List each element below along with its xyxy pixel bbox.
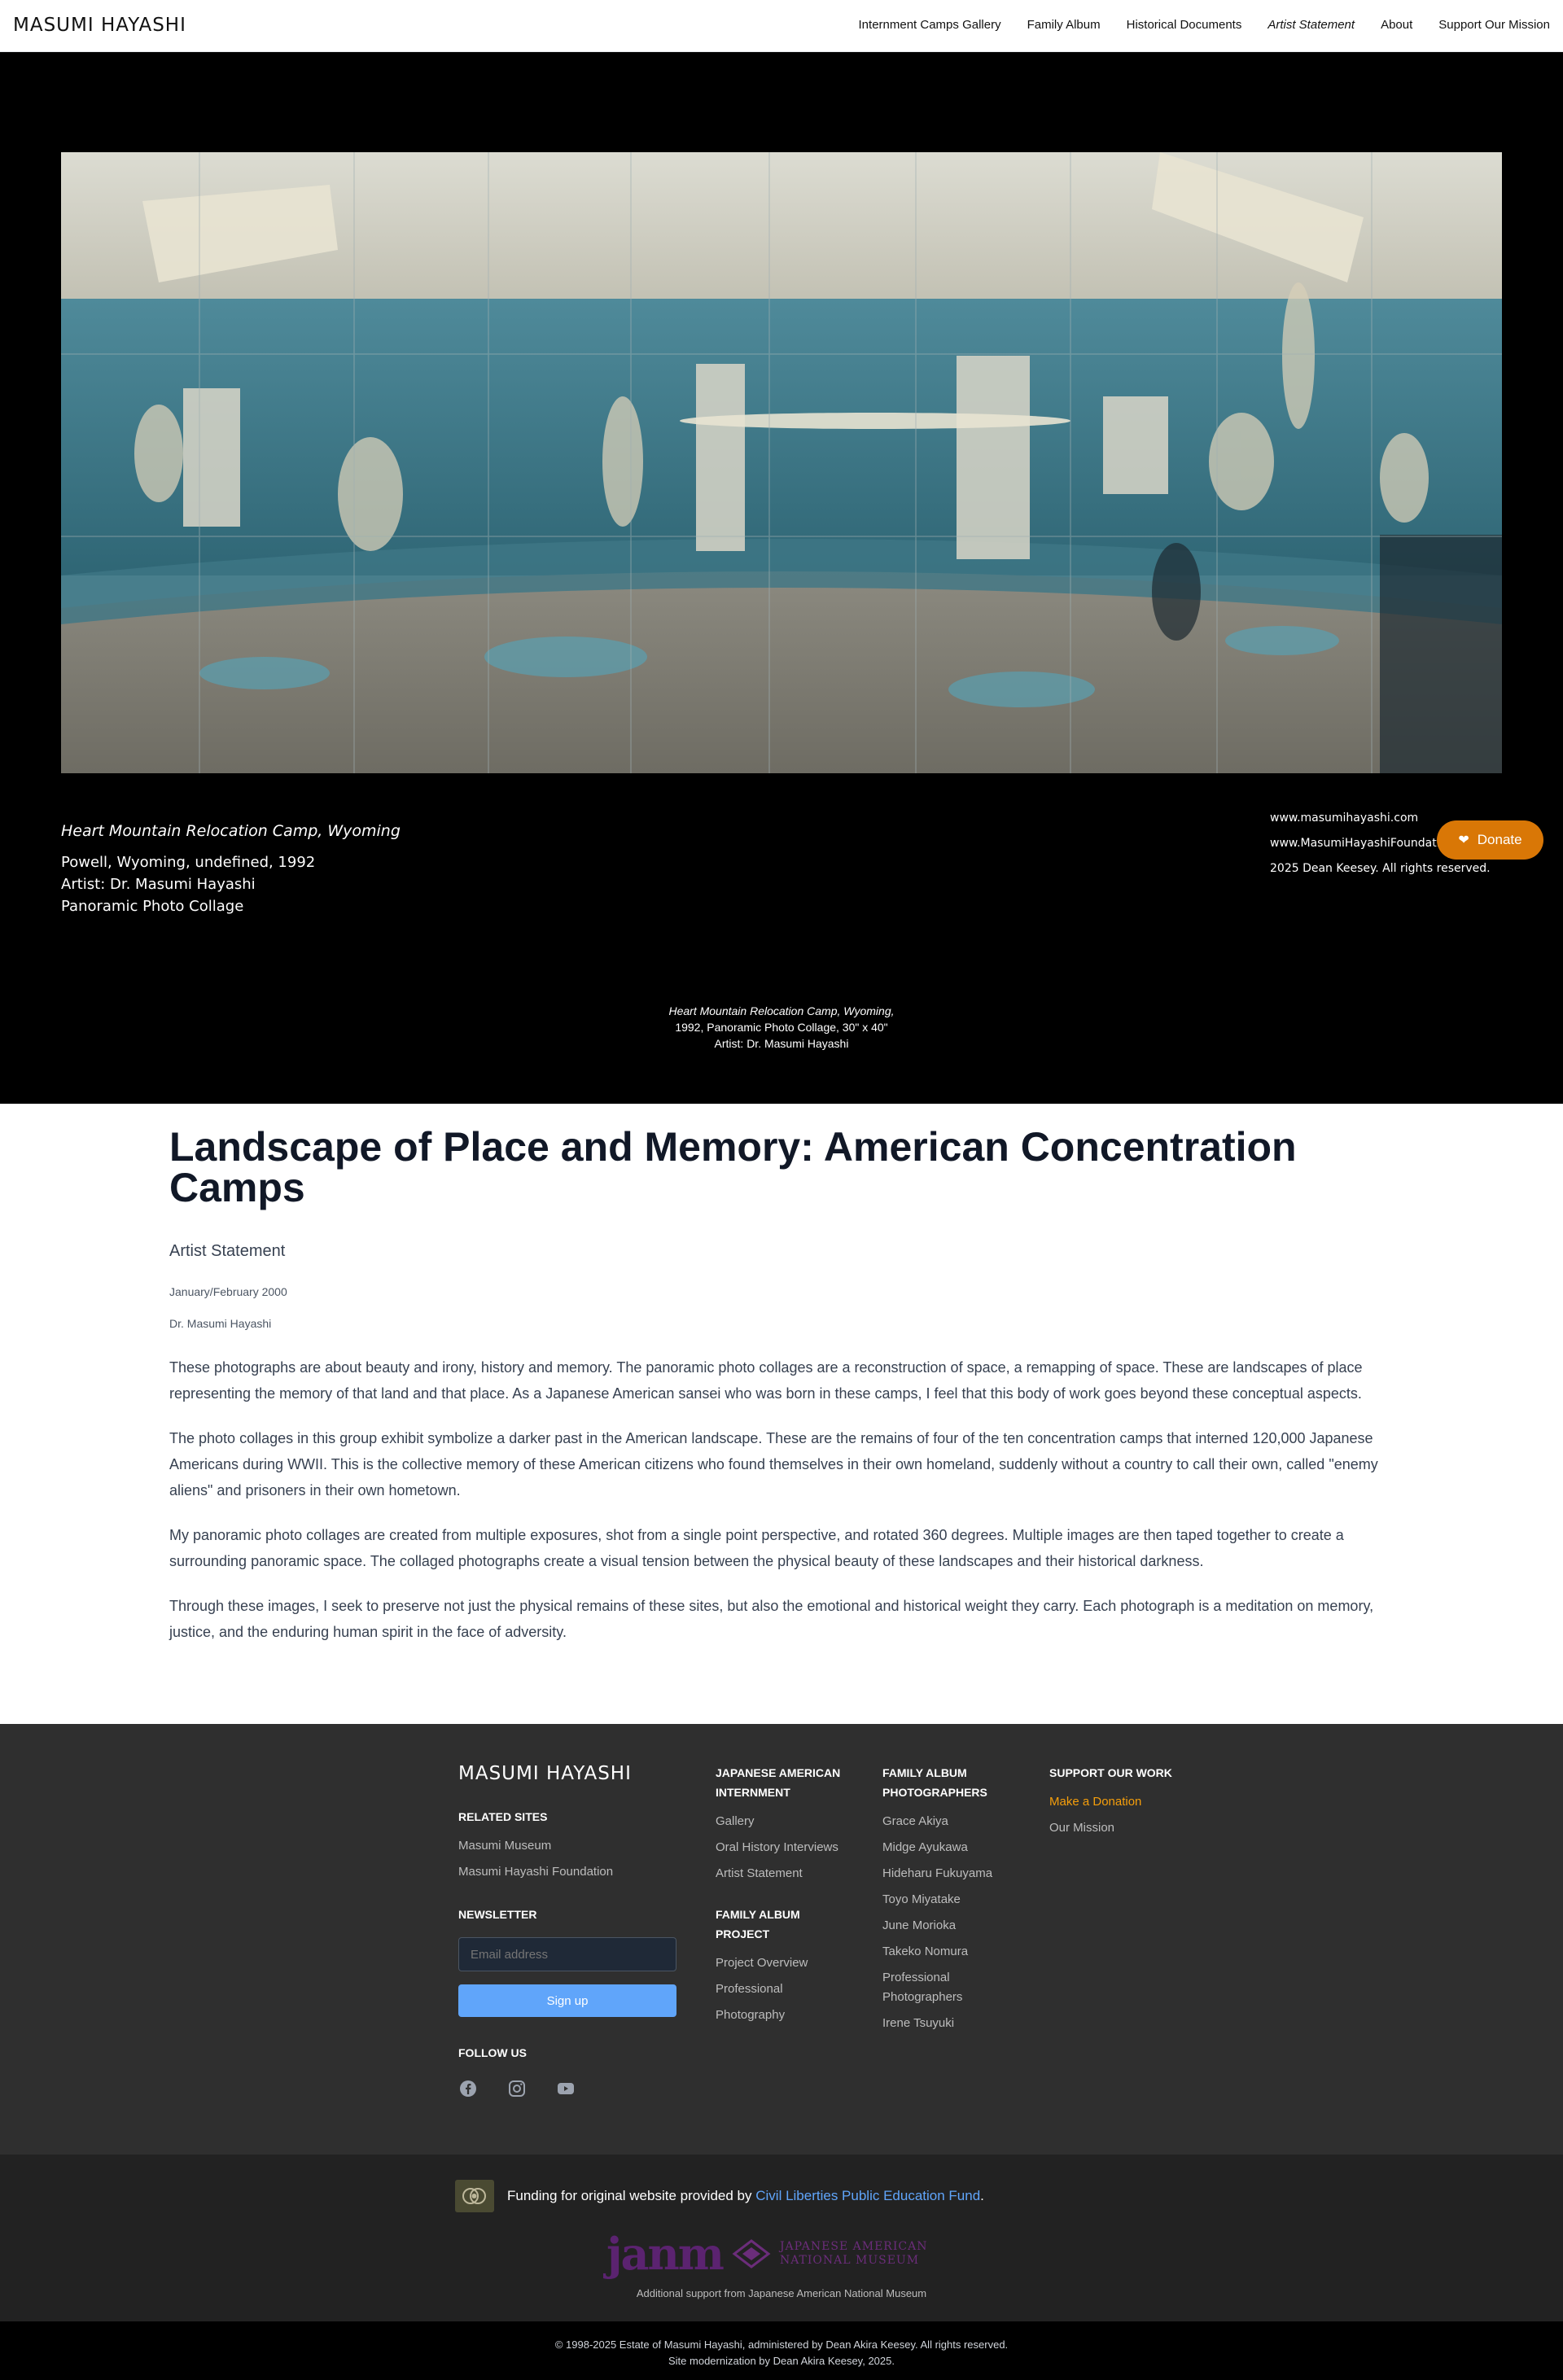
hero-medium: Panoramic Photo Collage bbox=[61, 898, 244, 915]
nav-internment-camps-gallery[interactable]: Internment Camps Gallery bbox=[859, 18, 1001, 32]
footer-col-support: SUPPORT OUR WORK Make a Donation Our Mis… bbox=[1049, 1763, 1212, 1841]
footer-col-photographers: FAMILY ALBUM PHOTOGRAPHERS Grace Akiya M… bbox=[882, 1763, 1013, 2037]
donate-label: Donate bbox=[1477, 832, 1522, 847]
social-links bbox=[458, 2079, 678, 2098]
footer-photographers-heading: FAMILY ALBUM PHOTOGRAPHERS bbox=[882, 1766, 987, 1799]
nav-artist-statement[interactable]: Artist Statement bbox=[1267, 18, 1355, 32]
main-nav: Internment Camps Gallery Family Album Hi… bbox=[833, 18, 1550, 32]
janm-support-text: Additional support from Japanese America… bbox=[636, 2287, 927, 2299]
footer-col-brand: MASUMI HAYASHI RELATED SITES Masumi Muse… bbox=[458, 1763, 678, 2098]
photo-caption-details: 1992, Panoramic Photo Collage, 30" x 40" bbox=[675, 1021, 888, 1034]
footer-link-masumi-foundation[interactable]: Masumi Hayashi Foundation bbox=[458, 1859, 678, 1885]
footer-link-oral-history[interactable]: Oral History Interviews bbox=[716, 1835, 854, 1861]
janm-wordmark: janm bbox=[606, 2228, 725, 2280]
footer-col-internment: JAPANESE AMERICAN INTERNMENT Gallery Ora… bbox=[716, 1763, 854, 2028]
footer-link-make-donation[interactable]: Make a Donation bbox=[1049, 1789, 1212, 1815]
article-paragraph: The photo collages in this group exhibit… bbox=[169, 1430, 1378, 1498]
footer-newsletter-heading: NEWSLETTER bbox=[458, 1908, 537, 1921]
footer-related-heading: RELATED SITES bbox=[458, 1810, 548, 1823]
footer-link-photographer[interactable]: Grace Akiya bbox=[882, 1809, 1013, 1835]
photo-caption: Heart Mountain Relocation Camp, Wyoming,… bbox=[0, 1003, 1563, 1052]
photo-caption-title: Heart Mountain Relocation Camp, Wyoming, bbox=[668, 1004, 895, 1017]
footer-follow-heading: FOLLOW US bbox=[458, 2046, 527, 2059]
artist-statement-article: Landscape of Place and Memory: American … bbox=[169, 1127, 1394, 1645]
article-paragraph: My panoramic photo collages are created … bbox=[169, 1527, 1344, 1569]
footer-link-our-mission[interactable]: Our Mission bbox=[1049, 1815, 1212, 1841]
photo-caption-artist: Artist: Dr. Masumi Hayashi bbox=[714, 1037, 849, 1050]
copyright-line1: © 1998-2025 Estate of Masumi Hayashi, ad… bbox=[554, 2338, 1009, 2351]
footer-link-masumi-museum[interactable]: Masumi Museum bbox=[458, 1833, 678, 1859]
panoramic-photo-collage bbox=[61, 152, 1502, 773]
footer-support-heading: SUPPORT OUR WORK bbox=[1049, 1766, 1172, 1779]
footer-internment-heading: JAPANESE AMERICAN INTERNMENT bbox=[716, 1766, 841, 1799]
funding-prefix: Funding for original website provided by bbox=[507, 2188, 756, 2203]
footer-link-photographer[interactable]: Takeko Nomura bbox=[882, 1939, 1013, 1965]
footer-link-photographer[interactable]: Irene Tsuyuki bbox=[882, 2010, 1013, 2037]
article-date: January/February 2000 bbox=[169, 1285, 287, 1298]
footer-link-artist-statement[interactable]: Artist Statement bbox=[716, 1861, 854, 1887]
hero-section: Heart Mountain Relocation Camp, Wyoming … bbox=[0, 52, 1563, 1104]
footer-brand[interactable]: MASUMI HAYASHI bbox=[458, 1763, 678, 1784]
nav-family-album[interactable]: Family Album bbox=[1027, 18, 1101, 32]
newsletter-signup-button[interactable]: Sign up bbox=[458, 1984, 676, 2017]
article-paragraph: Through these images, I seek to preserve… bbox=[169, 1598, 1374, 1640]
hero-caption: Heart Mountain Relocation Camp, Wyoming … bbox=[61, 822, 401, 917]
clpef-logo bbox=[455, 2180, 494, 2212]
newsletter-email-input[interactable] bbox=[458, 1937, 676, 1971]
footer-link-professional-photography[interactable]: Professional Photography bbox=[716, 1976, 854, 2028]
heart-icon: ❤ bbox=[1458, 833, 1469, 847]
footer-link-photographer[interactable]: June Morioka bbox=[882, 1913, 1013, 1939]
donate-button[interactable]: ❤ Donate bbox=[1437, 820, 1543, 860]
footer-link-gallery[interactable]: Gallery bbox=[716, 1809, 854, 1835]
hero-rights-line: 2025 Dean Keesey. All rights reserved. bbox=[1270, 862, 1491, 875]
page-title: Landscape of Place and Memory: American … bbox=[169, 1124, 1297, 1210]
site-logo[interactable]: MASUMI HAYASHI bbox=[13, 15, 186, 36]
footer-link-photographer[interactable]: Hideharu Fukuyama bbox=[882, 1861, 1013, 1887]
funding-suffix: . bbox=[980, 2188, 984, 2203]
janm-line2: NATIONAL MUSEUM bbox=[779, 2254, 920, 2267]
janm-emblem-icon bbox=[732, 2239, 771, 2268]
credits-section: Funding for original website provided by… bbox=[0, 2155, 1563, 2321]
footer-link-photographer[interactable]: Toyo Miyatake bbox=[882, 1887, 1013, 1913]
instagram-icon[interactable] bbox=[507, 2079, 527, 2098]
hero-location-date: Powell, Wyoming, undefined, 1992 bbox=[61, 854, 316, 871]
footer-album-project-heading: FAMILY ALBUM PROJECT bbox=[716, 1908, 800, 1940]
article-author: Dr. Masumi Hayashi bbox=[169, 1317, 272, 1330]
article-subtitle: Artist Statement bbox=[169, 1242, 286, 1260]
article-paragraph: These photographs are about beauty and i… bbox=[169, 1359, 1363, 1402]
hero-artist: Artist: Dr. Masumi Hayashi bbox=[61, 876, 256, 893]
funding-credit: Funding for original website provided by… bbox=[455, 2180, 984, 2212]
footer-link-project-overview[interactable]: Project Overview bbox=[716, 1950, 854, 1976]
janm-line1: JAPANESE AMERICAN bbox=[779, 2240, 928, 2253]
nav-support-our-mission[interactable]: Support Our Mission bbox=[1438, 18, 1550, 32]
youtube-icon[interactable] bbox=[556, 2079, 576, 2098]
hero-place: Heart Mountain Relocation Camp, Wyoming bbox=[61, 822, 401, 840]
site-header: MASUMI HAYASHI Internment Camps Gallery … bbox=[0, 0, 1563, 52]
copyright-line2: Site modernization by Dean Akira Keesey,… bbox=[668, 2355, 895, 2367]
janm-logo[interactable]: janm JAPANESE AMERICAN NATIONAL MUSEUM bbox=[606, 2228, 927, 2280]
clpef-link[interactable]: Civil Liberties Public Education Fund bbox=[755, 2188, 980, 2203]
facebook-icon[interactable] bbox=[458, 2079, 478, 2098]
nav-historical-documents[interactable]: Historical Documents bbox=[1127, 18, 1242, 32]
janm-name: JAPANESE AMERICAN NATIONAL MUSEUM bbox=[780, 2240, 928, 2268]
nav-about[interactable]: About bbox=[1381, 18, 1412, 32]
footer-link-photographer[interactable]: Midge Ayukawa bbox=[882, 1835, 1013, 1861]
copyright-bar: © 1998-2025 Estate of Masumi Hayashi, ad… bbox=[0, 2321, 1563, 2380]
site-footer: MASUMI HAYASHI RELATED SITES Masumi Muse… bbox=[0, 1724, 1563, 2155]
footer-link-professional-photographers[interactable]: Professional Photographers bbox=[882, 1965, 1013, 2010]
